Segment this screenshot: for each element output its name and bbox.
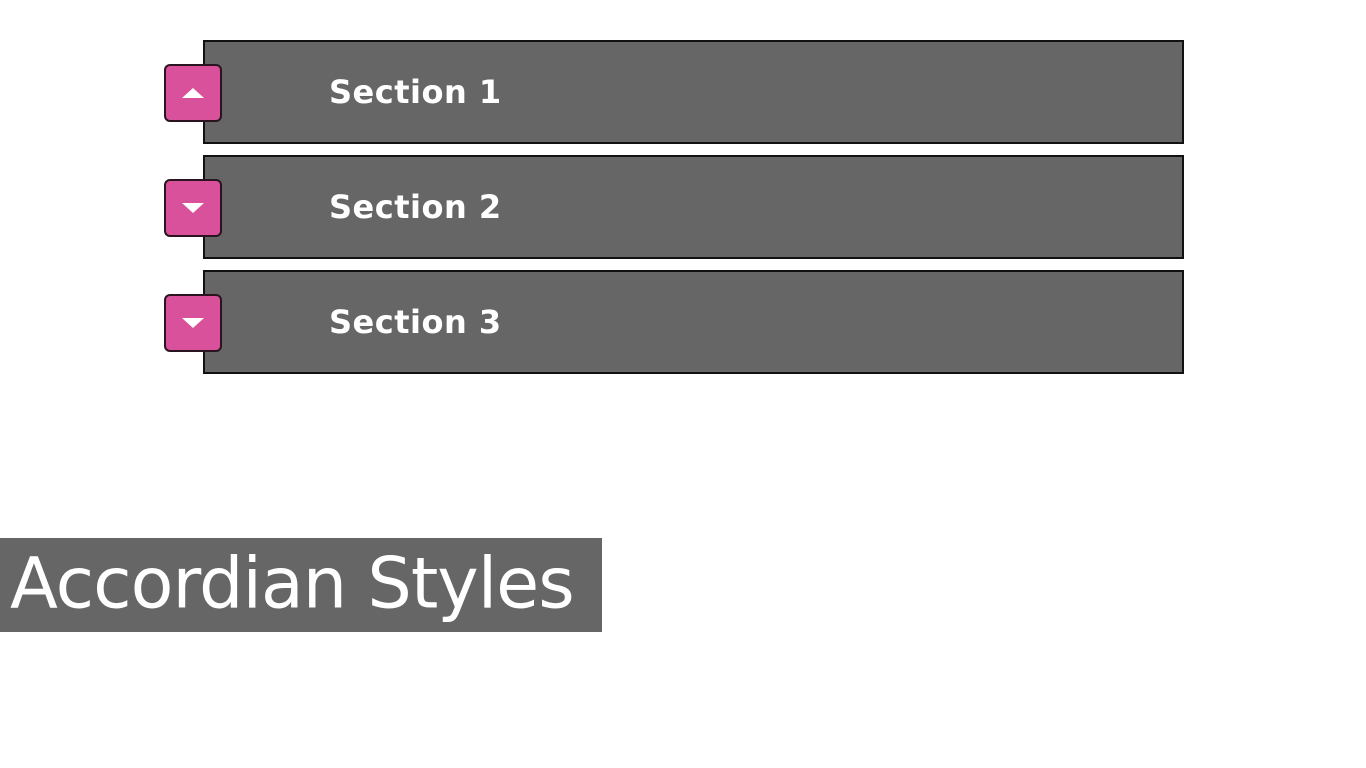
accordion-header-section-2[interactable]: Section 2 [203,155,1184,259]
section-3-title: Section 3 [329,303,502,341]
accordion-header-section-3[interactable]: Section 3 [203,270,1184,374]
chevron-up-icon [182,88,204,98]
section-3-toggle-button[interactable] [164,294,222,352]
section-2-title: Section 2 [329,188,502,226]
chevron-down-icon [182,318,204,328]
section-1-title: Section 1 [329,73,502,111]
accordion: Section 1 Section 2 Section 3 [0,0,1366,400]
accordion-header-section-1[interactable]: Section 1 [203,40,1184,144]
section-1-toggle-button[interactable] [164,64,222,122]
chevron-down-icon [182,203,204,213]
caption-title: Accordian Styles [10,542,575,625]
section-2-toggle-button[interactable] [164,179,222,237]
caption-banner: Accordian Styles [0,538,602,632]
